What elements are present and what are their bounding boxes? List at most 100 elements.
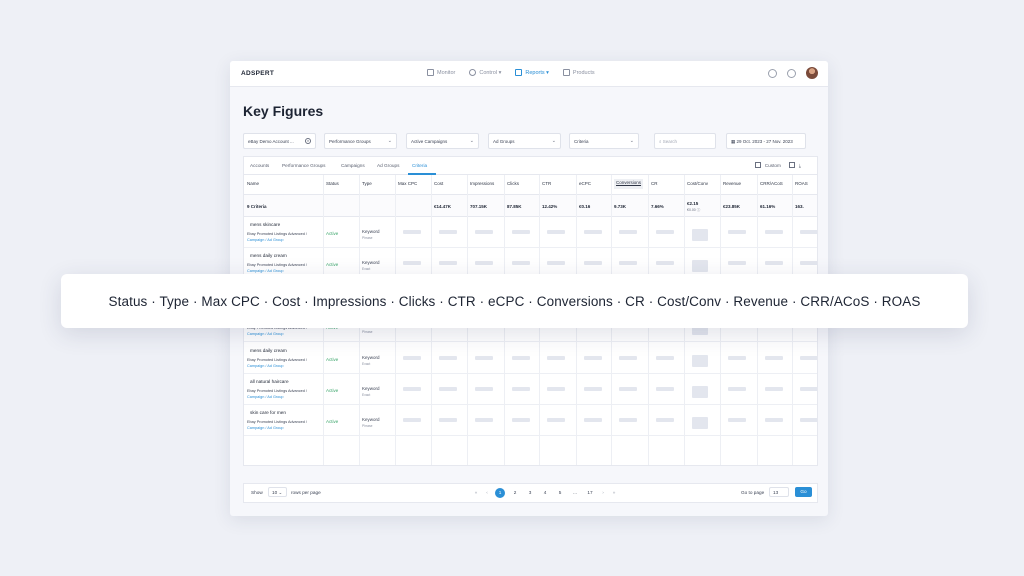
col-cost-conv[interactable]: Cost/Conv xyxy=(687,181,708,186)
metric-placeholder xyxy=(547,355,565,360)
row-type: Keyword xyxy=(362,386,380,391)
avatar[interactable] xyxy=(806,67,818,79)
metric-placeholder xyxy=(656,355,674,360)
prev-page-icon[interactable]: ‹ xyxy=(484,488,490,498)
row-type: Keyword xyxy=(362,229,380,234)
metric-placeholder xyxy=(439,230,457,234)
nav-control-label: Control ▾ xyxy=(479,69,502,76)
metric-placeholder xyxy=(800,355,817,360)
row-campaign-link[interactable]: Campaign / Ad Group xyxy=(247,332,284,336)
row-match-type: Phrase xyxy=(362,236,373,240)
col-conversions[interactable]: Conversions xyxy=(614,179,644,189)
metric-placeholder xyxy=(512,261,530,266)
column-preset[interactable]: Custom ⤓ xyxy=(754,162,801,168)
top-navigation-bar: ADSPERT Monitor Control ▾ Reports ▾ Prod… xyxy=(230,61,828,87)
metric-placeholder xyxy=(439,355,457,360)
last-page-icon[interactable]: » xyxy=(611,488,617,498)
criteria-select[interactable]: Criteria ⌄ xyxy=(569,133,639,149)
metric-placeholder xyxy=(475,230,493,234)
show-label: Show xyxy=(251,490,263,495)
search-input[interactable]: ⌕ Search xyxy=(654,133,716,149)
rows-per-page-label: rows per page xyxy=(291,490,321,495)
metric-placeholder xyxy=(439,261,457,266)
col-name[interactable]: Name xyxy=(247,181,259,186)
page-4[interactable]: 4 xyxy=(540,488,550,498)
col-clicks[interactable]: Clicks xyxy=(507,181,519,186)
go-button[interactable]: Go xyxy=(795,487,812,497)
clear-icon[interactable]: × xyxy=(305,138,311,144)
tab-campaigns[interactable]: Campaigns xyxy=(341,163,365,168)
summary-cost: €14.47K xyxy=(434,204,452,209)
table-row[interactable]: mens skincare Ebay Promoted Listings Adva… xyxy=(244,217,817,248)
metric-placeholder xyxy=(619,355,637,360)
nav-monitor[interactable]: Monitor xyxy=(427,69,455,76)
metric-placeholder xyxy=(512,355,530,360)
ad-groups-value: Ad Groups xyxy=(493,139,515,144)
page-2[interactable]: 2 xyxy=(510,488,520,498)
box-icon xyxy=(562,69,570,76)
metrics-banner-text: Status · Type · Max CPC · Cost · Impress… xyxy=(108,293,921,309)
goto-page-input[interactable]: 13 xyxy=(769,487,789,497)
table-row[interactable]: mens daily cream Ebay Promoted Listings A… xyxy=(244,343,817,374)
page-3[interactable]: 3 xyxy=(525,488,535,498)
row-campaign-link[interactable]: Campaign / Ad Group xyxy=(247,364,284,368)
metric-placeholder xyxy=(728,355,746,360)
col-impressions[interactable]: Impressions xyxy=(470,181,494,186)
next-page-icon[interactable]: › xyxy=(600,488,606,498)
account-select[interactable]: eBay Demo Account ... × xyxy=(243,133,316,149)
ad-groups-select[interactable]: Ad Groups ⌄ xyxy=(488,133,561,149)
table-row[interactable]: skin care for men Ebay Promoted Listings … xyxy=(244,405,817,437)
metric-placeholder xyxy=(584,418,602,423)
download-icon[interactable]: ⤓ xyxy=(799,163,801,168)
account-select-value: eBay Demo Account ... xyxy=(248,139,294,144)
row-match-type: Exact xyxy=(362,361,371,366)
metric-placeholder xyxy=(728,230,746,234)
col-status[interactable]: Status xyxy=(326,181,339,186)
row-match-type: Exact xyxy=(362,267,371,272)
tab-performance-groups[interactable]: Performance Groups xyxy=(282,163,326,168)
campaigns-select[interactable]: Active Campaigns ⌄ xyxy=(406,133,479,149)
col-revenue[interactable]: Revenue xyxy=(723,181,741,186)
expand-icon[interactable] xyxy=(788,162,795,168)
metric-placeholder xyxy=(547,387,565,391)
summary-crr-acos: 61.16% xyxy=(760,204,776,209)
nav-products[interactable]: Products xyxy=(562,69,595,76)
col-ecpc[interactable]: eCPC xyxy=(579,181,591,186)
tab-ad-groups[interactable]: Ad Groups xyxy=(377,163,399,168)
metric-placeholder xyxy=(403,355,421,360)
help-icon[interactable] xyxy=(768,68,777,78)
page-1[interactable]: 1 xyxy=(495,488,505,498)
row-campaign-link[interactable]: Campaign / Ad Group xyxy=(247,238,284,242)
nav-reports[interactable]: Reports ▾ xyxy=(515,69,549,76)
table-row[interactable]: all natural haircare Ebay Promoted Listin… xyxy=(244,374,817,405)
metric-placeholder xyxy=(728,261,746,266)
metric-placeholder xyxy=(619,261,637,266)
control-icon xyxy=(469,69,477,76)
nav-monitor-label: Monitor xyxy=(437,69,456,76)
row-campaign-link[interactable]: Campaign / Ad Group xyxy=(247,269,284,273)
row-campaign-path: Ebay Promoted Listings Advanced / xyxy=(247,420,307,425)
col-max-cpc[interactable]: Max CPC xyxy=(398,181,417,186)
date-range-picker[interactable]: ▦ 29 Oct. 2023 - 27 Nov. 2023 xyxy=(726,133,806,149)
col-type[interactable]: Type xyxy=(362,181,372,186)
col-cost[interactable]: Cost xyxy=(434,181,443,186)
metric-placeholder xyxy=(512,418,530,423)
row-campaign-link[interactable]: Campaign / Ad Group xyxy=(247,395,284,399)
page-17[interactable]: 17 xyxy=(585,488,595,498)
nav-control[interactable]: Control ▾ xyxy=(469,69,501,76)
first-page-icon[interactable]: « xyxy=(473,488,479,498)
performance-groups-select[interactable]: Performance Groups ⌄ xyxy=(324,133,397,149)
row-type: Keyword xyxy=(362,260,380,266)
rows-per-page-select[interactable]: 10 ⌄ xyxy=(268,487,287,497)
tab-accounts[interactable]: Accounts xyxy=(250,163,269,168)
row-campaign-link[interactable]: Campaign / Ad Group xyxy=(247,426,284,430)
col-cr[interactable]: CR xyxy=(651,181,658,186)
nav-products-label: Products xyxy=(572,69,595,76)
col-roas[interactable]: ROAS xyxy=(795,181,808,186)
col-crr-acos[interactable]: CRR/ACoS xyxy=(760,181,783,186)
metric-placeholder xyxy=(765,230,783,234)
tab-criteria[interactable]: Criteria xyxy=(412,163,427,168)
col-ctr[interactable]: CTR xyxy=(542,181,551,186)
page-5[interactable]: 5 xyxy=(555,488,565,498)
bell-icon[interactable] xyxy=(787,68,796,78)
